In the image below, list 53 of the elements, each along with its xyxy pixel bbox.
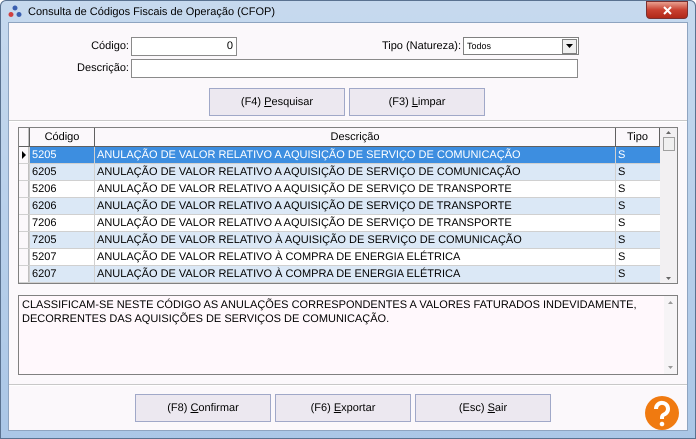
table-cell: 5207 bbox=[29, 249, 94, 265]
table-row[interactable]: 6205 ANULAÇÃO DE VALOR RELATIVO A AQUISIÇÃO DE SERVIÇO DE COMUNICAÇÃO S bbox=[19, 164, 660, 181]
action-button[interactable]: (F4) Pesquisar bbox=[209, 88, 345, 116]
action-button[interactable]: (F8) Confirmar bbox=[135, 394, 271, 422]
current-row-icon bbox=[22, 151, 26, 159]
table-cell: 6207 bbox=[29, 266, 94, 282]
table-cell: ANULAÇÃO DE VALOR RELATIVO A AQUISIÇÃO DE SERVIÇO DE TRANSPORTE bbox=[94, 198, 615, 214]
table-cell: ANULAÇÃO DE VALOR RELATIVO À COMPRA DE ENERGIA ELÉTRICA bbox=[94, 249, 615, 265]
text-area[interactable]: CLASSIFICAM-SE NESTE CÓDIGO AS ANULAÇÕES CORRESPONDENTES A VALORES FATURADOS INDEVIDAMENTE, DECORRENTES DAS AQUISIÇÕES DE SERVIÇOS DE COMUNICAÇÃO. bbox=[18, 295, 678, 375]
app-icon bbox=[8, 4, 22, 18]
close-button[interactable] bbox=[646, 1, 688, 19]
scroll-up-icon bbox=[666, 131, 671, 134]
scrollbar[interactable] bbox=[660, 128, 677, 283]
table-cell: 5205 bbox=[29, 147, 94, 163]
caret-icon bbox=[566, 44, 573, 48]
table-cell: 6205 bbox=[29, 164, 94, 180]
action-button[interactable]: (F6) Exportar bbox=[275, 394, 411, 422]
scroll-thumb[interactable] bbox=[662, 137, 674, 151]
table-row[interactable]: 6206 ANULAÇÃO DE VALOR RELATIVO A AQUISIÇÃO DE SERVIÇO DE TRANSPORTE S bbox=[19, 198, 660, 215]
close-icon bbox=[662, 6, 672, 14]
input-field[interactable] bbox=[131, 58, 578, 78]
table-row[interactable]: 5206 ANULAÇÃO DE VALOR RELATIVO A AQUISIÇÃO DE SERVIÇO DE TRANSPORTE S bbox=[19, 181, 660, 198]
scrollbar[interactable] bbox=[664, 296, 677, 374]
table-cell: ANULAÇÃO DE VALOR RELATIVO À AQUISIÇÃO DE SERVIÇO DE COMUNICAÇÃO bbox=[94, 232, 615, 248]
table-cell: ANULAÇÃO DE VALOR RELATIVO A AQUISIÇÃO DE SERVIÇO DE TRANSPORTE bbox=[94, 181, 615, 197]
scroll-down-icon bbox=[666, 277, 671, 280]
table-row[interactable]: 7205 ANULAÇÃO DE VALOR RELATIVO À AQUISIÇÃO DE SERVIÇO DE COMUNICAÇÃO S bbox=[19, 232, 660, 249]
input-field[interactable]: 0 bbox=[131, 36, 237, 56]
field-label: Descrição: bbox=[76, 62, 130, 74]
dropdown-button[interactable] bbox=[562, 38, 577, 54]
table-cell: ANULAÇÃO DE VALOR RELATIVO A AQUISIÇÃO DE SERVIÇO DE COMUNICAÇÃO bbox=[94, 147, 615, 163]
window-title: Consulta de Códigos Fiscais de Operação (CFOP) bbox=[28, 6, 276, 18]
table-cell: ANULAÇÃO DE VALOR RELATIVO À COMPRA DE ENERGIA ELÉTRICA bbox=[94, 266, 615, 282]
table-cell: 7205 bbox=[29, 232, 94, 248]
column-header[interactable]: Código bbox=[29, 128, 94, 146]
column-header[interactable]: Descrição bbox=[94, 128, 615, 146]
table-row[interactable]: 5207 ANULAÇÃO DE VALOR RELATIVO À COMPRA DE ENERGIA ELÉTRICA S bbox=[19, 249, 660, 266]
table-cell: ANULAÇÃO DE VALOR RELATIVO A AQUISIÇÃO DE SERVIÇO DE TRANSPORTE bbox=[94, 215, 615, 231]
action-button[interactable]: (Esc) Sair bbox=[415, 394, 551, 422]
table-cell: 6206 bbox=[29, 198, 94, 214]
dropdown[interactable]: Todos bbox=[463, 37, 579, 55]
field-label: Tipo (Natureza): bbox=[380, 40, 462, 52]
table-cell: 7206 bbox=[29, 215, 94, 231]
description-text: CLASSIFICAM-SE NESTE CÓDIGO AS ANULAÇÕES CORRESPONDENTES A VALORES FATURADOS INDEVIDAMENTE, DECORRENTES DAS AQUISIÇÕES DE SERVIÇOS DE COMUNICAÇÃO. bbox=[21, 297, 638, 327]
table-row[interactable]: 6207 ANULAÇÃO DE VALOR RELATIVO À COMPRA DE ENERGIA ELÉTRICA S bbox=[19, 266, 660, 283]
action-button[interactable]: (F3) Limpar bbox=[349, 88, 485, 116]
help-icon[interactable] bbox=[644, 395, 680, 431]
scroll-up-icon bbox=[668, 301, 673, 304]
scroll-down-icon bbox=[668, 366, 673, 369]
table-cell: 5206 bbox=[29, 181, 94, 197]
field-label: Código: bbox=[90, 40, 130, 52]
table-row[interactable]: 7206 ANULAÇÃO DE VALOR RELATIVO A AQUISIÇÃO DE SERVIÇO DE TRANSPORTE S bbox=[19, 215, 660, 232]
table-cell: ANULAÇÃO DE VALOR RELATIVO A AQUISIÇÃO DE SERVIÇO DE COMUNICAÇÃO bbox=[94, 164, 615, 180]
